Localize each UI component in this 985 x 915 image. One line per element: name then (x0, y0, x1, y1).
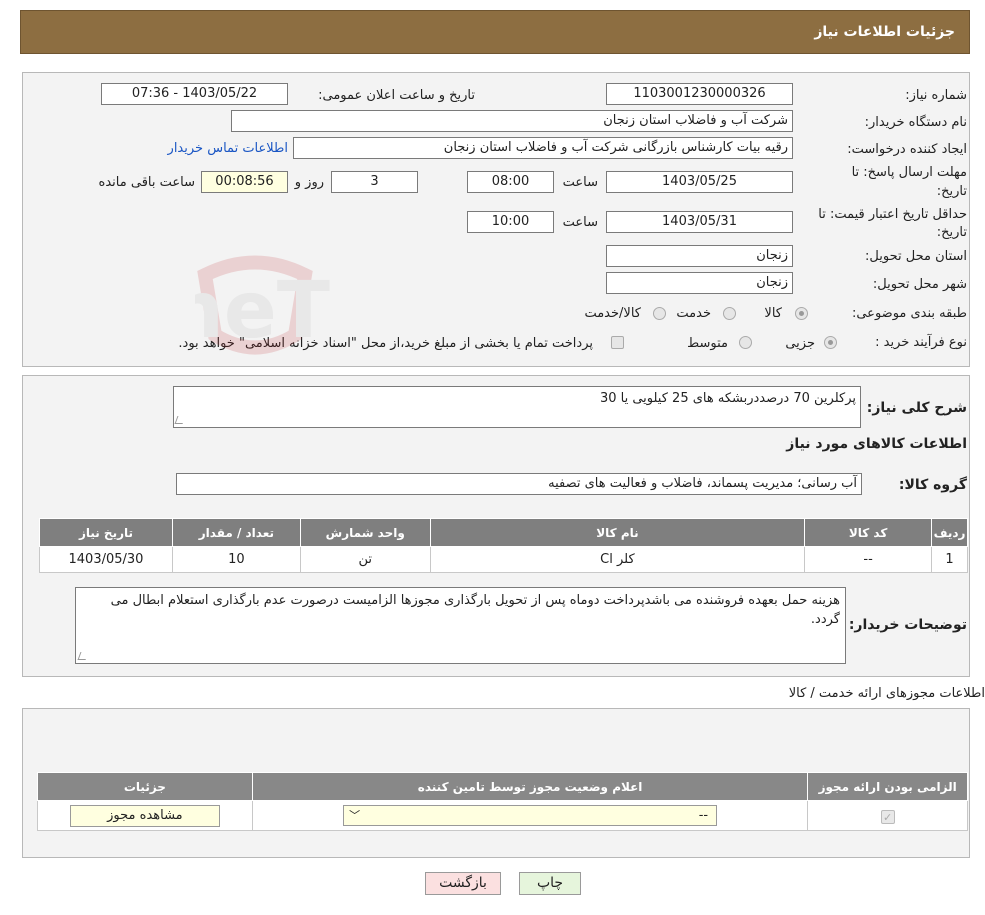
purchase-option-minor: جزیی (785, 336, 815, 351)
page-header: جزئیات اطلاعات نیاز (20, 10, 970, 54)
category-radio-service[interactable] (723, 307, 736, 320)
print-button[interactable]: چاپ (519, 872, 581, 895)
permits-table: الزامی بودن ارائه مجوز اعلام وضعیت مجوز … (37, 772, 968, 831)
buyer-notes-textarea[interactable]: هزینه حمل بعهده فروشنده می باشدپرداخت دو… (75, 587, 846, 664)
table-row: 1 -- کلر Cl تن 10 1403/05/30 (39, 546, 968, 573)
announce-datetime-field: 1403/05/22 - 07:36 (101, 83, 288, 105)
col-name: نام کالا (429, 518, 806, 547)
cell-row: 1 (931, 546, 968, 573)
deadline-time-field: 08:00 (467, 171, 554, 193)
col-permit-status: اعلام وضعیت مجوز توسط تامین کننده (251, 772, 809, 801)
summary-label: شرح کلی نیاز: (866, 400, 967, 416)
validity-date-field: 1403/05/31 (606, 211, 793, 233)
creator-field: رقیه بیات کارشناس بازرگانی شرکت آب و فاض… (293, 137, 793, 159)
goods-group-field: آب رسانی؛ مدیریت پسماند، فاضلاب و فعالیت… (176, 473, 862, 495)
col-permit-details: جزئیات (37, 772, 253, 801)
cell-code: -- (804, 546, 933, 573)
view-permit-button[interactable]: مشاهده مجوز (69, 804, 220, 827)
purchase-type-label: نوع فرآیند خرید : (875, 335, 967, 350)
buyer-org-label: نام دستگاه خریدار: (864, 115, 967, 130)
page-title: جزئیات اطلاعات نیاز (814, 24, 955, 40)
purchase-radio-medium[interactable] (739, 336, 752, 349)
permit-required-checkbox[interactable]: ✓ (880, 810, 895, 824)
validity-time-label: ساعت (562, 215, 598, 230)
goods-table: ردیف کد کالا نام کالا واحد شمارش تعداد /… (39, 518, 968, 573)
cell-permit-details: مشاهده مجوز (37, 800, 253, 831)
remaining-time-label: ساعت باقی مانده (98, 175, 195, 190)
province-field: زنجان (606, 245, 793, 267)
deadline-label-2: تاریخ: (936, 184, 967, 199)
summary-textarea[interactable]: پرکلرین 70 درصددربشکه های 25 کیلویی یا 3… (173, 386, 861, 428)
cell-permit-required: ✓ (807, 800, 968, 831)
validity-label-1: حداقل تاریخ اعتبار قیمت: تا (818, 207, 967, 222)
permits-section-title: اطلاعات مجوزهای ارائه خدمت / کالا (788, 686, 985, 701)
category-option-goods: کالا (764, 306, 782, 321)
col-unit: واحد شمارش (299, 518, 431, 547)
creator-label: ایجاد کننده درخواست: (847, 142, 967, 157)
buyer-org-field: شرکت آب و فاضلاب استان زنجان (231, 110, 793, 132)
category-label: طبقه بندی موضوعی: (851, 306, 967, 321)
category-radio-goods[interactable] (795, 307, 808, 320)
col-code: کد کالا (804, 518, 933, 547)
purchase-checkbox-treasury[interactable] (611, 336, 624, 349)
col-date: تاریخ نیاز (39, 518, 173, 547)
purchase-treasury-note: پرداخت تمام یا بخشی از مبلغ خرید،از محل … (178, 336, 593, 351)
province-label: استان محل تحویل: (865, 249, 967, 264)
deadline-time-label: ساعت (562, 175, 598, 190)
permits-table-header: الزامی بودن ارائه مجوز اعلام وضعیت مجوز … (37, 772, 968, 801)
buyer-contact-link[interactable]: اطلاعات تماس خریدار (168, 141, 288, 156)
permit-status-select[interactable]: -- ﹀ (343, 805, 718, 826)
city-label: شهر محل تحویل: (872, 277, 967, 292)
purchase-radio-minor[interactable] (824, 336, 837, 349)
need-number-label: شماره نیاز: (905, 88, 967, 103)
deadline-label-1: مهلت ارسال پاسخ: تا (851, 165, 967, 180)
validity-time-field: 10:00 (467, 211, 554, 233)
city-field: زنجان (606, 272, 793, 294)
buyer-notes-label: توضیحات خریدار: (848, 617, 967, 633)
validity-label-2: تاریخ: (936, 225, 967, 240)
deadline-date-field: 1403/05/25 (606, 171, 793, 193)
cell-name: کلر Cl (429, 546, 806, 573)
remaining-time-field: 00:08:56 (201, 171, 288, 193)
col-qty: تعداد / مقدار (171, 518, 301, 547)
goods-table-header: ردیف کد کالا نام کالا واحد شمارش تعداد /… (39, 518, 968, 547)
category-radio-both[interactable] (653, 307, 666, 320)
permit-status-value: -- (698, 808, 709, 823)
col-permit-required: الزامی بودن ارائه مجوز (807, 772, 968, 801)
category-option-service: خدمت (676, 306, 711, 321)
goods-group-label: گروه کالا: (898, 477, 967, 493)
goods-section-title: اطلاعات کالاهای مورد نیاز (786, 436, 967, 452)
cell-date: 1403/05/30 (39, 546, 173, 573)
category-option-both: کالا/خدمت (584, 306, 641, 321)
back-button[interactable]: بازگشت (425, 872, 501, 895)
table-row: ✓ -- ﹀ مشاهده مجوز (37, 800, 968, 831)
chevron-down-icon: ﹀ (349, 809, 361, 822)
cell-permit-status: -- ﹀ (251, 800, 809, 831)
announce-datetime-label: تاریخ و ساعت اعلان عمومی: (318, 88, 475, 103)
days-label: روز و (294, 175, 324, 190)
cell-unit: تن (299, 546, 431, 573)
purchase-option-medium: متوسط (687, 336, 728, 351)
col-row: ردیف (931, 518, 968, 547)
cell-qty: 10 (171, 546, 301, 573)
remaining-days-field: 3 (331, 171, 418, 193)
need-number-field: 1103001230000326 (606, 83, 793, 105)
